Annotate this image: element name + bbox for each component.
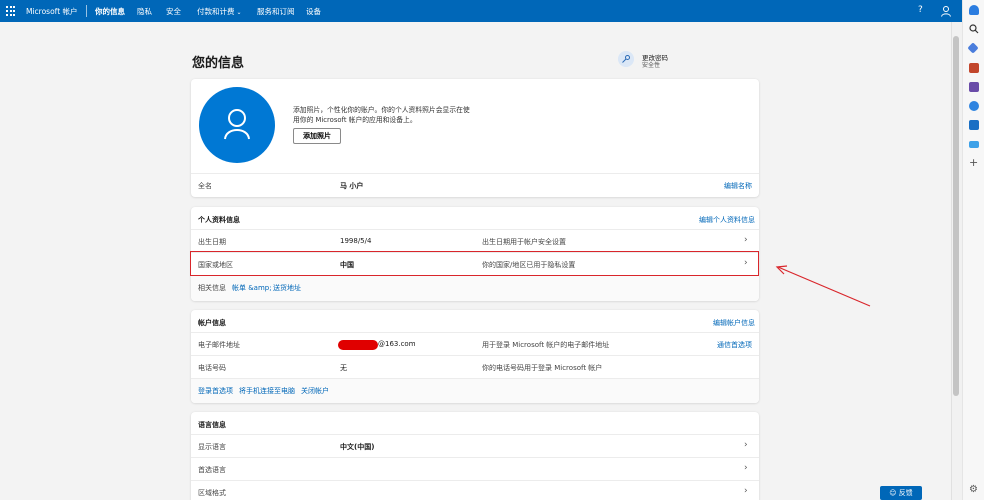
phone-value: 无	[340, 364, 347, 372]
nav-privacy[interactable]: 隐私	[137, 6, 152, 17]
email-value: @163.com	[378, 340, 416, 348]
nav-payment-billing[interactable]: 付款和计费 ⌄	[197, 6, 242, 17]
account-links-row: 登录首选项 将手机连接至电脑 关闭帐户	[191, 378, 759, 403]
language-info-card: 语言信息 显示语言 中文(中国) › 首选语言 › 区域格式 ›	[191, 412, 759, 500]
signin-preferences-link[interactable]: 登录首选项	[198, 386, 233, 396]
nav-devices[interactable]: 设备	[306, 6, 321, 17]
feedback-icon: ☺	[889, 489, 897, 497]
display-language-row[interactable]: 显示语言 中文(中国) ›	[191, 434, 759, 457]
bell-icon[interactable]	[969, 5, 979, 15]
photo-description-line2: 用你的 Microsoft 帐户的应用和设备上。	[293, 116, 417, 124]
chevron-down-icon: ⌄	[236, 9, 242, 16]
regional-format-row[interactable]: 区域格式 ›	[191, 480, 759, 500]
edit-personal-info-link[interactable]: 编辑个人资料信息	[699, 215, 755, 225]
redaction-mark	[338, 340, 378, 350]
edit-account-info-link[interactable]: 编辑帐户信息	[713, 318, 755, 328]
chevron-right-icon: ›	[744, 440, 748, 450]
highlight-box	[190, 251, 759, 276]
fullname-label: 全名	[198, 182, 212, 190]
account-info-card: 帐户信息 编辑帐户信息 电子邮件地址 @163.com 用于登录 Microso…	[191, 310, 759, 403]
outlook-icon[interactable]	[969, 120, 979, 130]
email-desc: 用于登录 Microsoft 帐户的电子邮件地址	[482, 341, 610, 349]
birthdate-label: 出生日期	[198, 238, 226, 246]
language-info-heading: 语言信息	[198, 421, 226, 429]
communication-preferences-link[interactable]: 通信首选项	[717, 340, 752, 350]
close-account-link[interactable]: 关闭帐户	[301, 386, 329, 396]
people-icon[interactable]	[969, 82, 979, 92]
related-info-row: 相关信息 帐单 &amp; 送货地址	[191, 275, 759, 301]
email-row: 电子邮件地址 @163.com 用于登录 Microsoft 帐户的电子邮件地址…	[191, 332, 759, 355]
birthdate-desc: 出生日期用于帐户安全设置	[482, 238, 566, 246]
annotation-arrow	[775, 265, 871, 307]
display-language-value: 中文(中国)	[340, 443, 375, 451]
plus-icon[interactable]: +	[969, 156, 978, 169]
birthdate-row[interactable]: 出生日期 1998/5/4 出生日期用于帐户安全设置 ›	[191, 229, 759, 252]
preferred-language-row[interactable]: 首选语言 ›	[191, 457, 759, 480]
add-photo-button[interactable]: 添加照片	[293, 128, 341, 144]
edit-name-link[interactable]: 编辑名称	[724, 181, 752, 191]
scrollbar-thumb[interactable]	[953, 36, 959, 396]
tag-icon[interactable]	[967, 42, 979, 54]
photo-description: 添加照片，个性化你的账户。你的个人资料照片会显示在使 用你的 Microsoft…	[293, 105, 470, 125]
page-title: 您的信息	[192, 56, 245, 71]
feedback-button[interactable]: ☺ 反馈	[880, 486, 922, 500]
account-icon[interactable]	[940, 5, 952, 17]
shipping-address-link[interactable]: 送货地址	[273, 283, 301, 293]
key-icon	[618, 51, 634, 67]
chevron-right-icon: ›	[744, 235, 748, 245]
link-phone-to-pc-link[interactable]: 将手机连接至电脑	[239, 386, 295, 396]
nav-security[interactable]: 安全	[166, 6, 181, 17]
chevron-right-icon: ›	[744, 486, 748, 496]
toolbox-icon[interactable]	[969, 63, 979, 73]
photo-description-line1: 添加照片，个性化你的账户。你的个人资料照片会显示在使	[293, 106, 470, 114]
personal-info-heading: 个人资料信息	[198, 216, 240, 224]
browser-sidebar: + ⚙	[962, 0, 984, 500]
app-launcher-icon[interactable]	[6, 6, 16, 16]
avatar[interactable]	[199, 87, 275, 163]
change-password-subtitle: 安全性	[642, 62, 661, 69]
gear-icon[interactable]: ⚙	[969, 484, 978, 495]
nav-divider	[86, 5, 87, 17]
search-icon[interactable]	[969, 24, 979, 34]
cart-icon[interactable]	[969, 141, 979, 148]
regional-format-label: 区域格式	[198, 489, 226, 497]
profile-card: 添加照片，个性化你的账户。你的个人资料照片会显示在使 用你的 Microsoft…	[191, 79, 759, 197]
fullname-row: 全名 马 小户 编辑名称	[191, 173, 759, 197]
account-info-heading: 帐户信息	[198, 319, 226, 327]
chevron-right-icon: ›	[744, 463, 748, 473]
email-label: 电子邮件地址	[198, 341, 240, 349]
person-icon	[224, 109, 250, 140]
billing-link[interactable]: 帐单 &amp;	[232, 283, 272, 293]
top-nav-bar: Microsoft 帐户 你的信息 隐私 安全 付款和计费 ⌄ 服务和订阅 设备 …	[0, 0, 962, 22]
nav-your-info[interactable]: 你的信息	[95, 6, 125, 17]
nav-payment-label: 付款和计费	[197, 7, 235, 16]
help-icon[interactable]: ?	[918, 5, 923, 15]
phone-row: 电话号码 无 你的电话号码用于登录 Microsoft 帐户	[191, 355, 759, 378]
fullname-value: 马 小户	[340, 182, 364, 190]
related-info-label: 相关信息	[198, 284, 226, 292]
phone-desc: 你的电话号码用于登录 Microsoft 帐户	[482, 364, 603, 372]
display-language-label: 显示语言	[198, 443, 226, 451]
preferred-language-label: 首选语言	[198, 466, 226, 474]
nav-services[interactable]: 服务和订阅	[257, 6, 295, 17]
feedback-label: 反馈	[898, 489, 913, 497]
copilot-icon[interactable]	[969, 101, 979, 111]
brand-title[interactable]: Microsoft 帐户	[26, 6, 78, 17]
phone-label: 电话号码	[198, 364, 226, 372]
birthdate-value: 1998/5/4	[340, 237, 372, 245]
